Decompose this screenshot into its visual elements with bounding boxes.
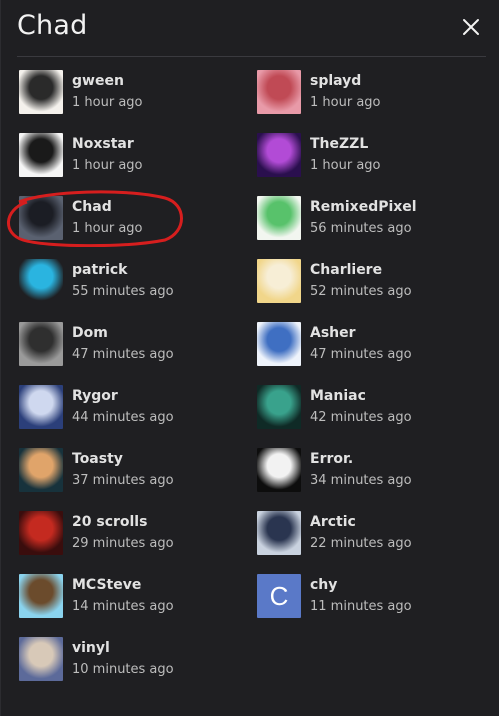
user-list-item[interactable]: Noxstar 1 hour ago — [19, 133, 257, 177]
user-name: RemixedPixel — [310, 199, 417, 215]
user-list-item[interactable]: 20 scrolls 29 minutes ago — [19, 511, 257, 555]
user-list-item[interactable]: Toasty 37 minutes ago — [19, 448, 257, 492]
user-list-item[interactable]: Error. 34 minutes ago — [257, 448, 489, 492]
seen-time: 56 minutes ago — [310, 221, 412, 236]
user-list-item[interactable]: vinyl 10 minutes ago — [19, 637, 257, 681]
user-meta: Rygor 44 minutes ago — [72, 385, 174, 427]
avatar — [19, 70, 63, 114]
seen-time: 1 hour ago — [72, 95, 143, 110]
seen-time: 1 hour ago — [310, 158, 381, 173]
avatar — [19, 259, 63, 303]
user-name: Asher — [310, 325, 356, 341]
user-meta: MCSteve 14 minutes ago — [72, 574, 174, 616]
user-list-item[interactable]: Dom 47 minutes ago — [19, 322, 257, 366]
seen-time: 52 minutes ago — [310, 284, 412, 299]
seen-time: 14 minutes ago — [72, 599, 174, 614]
seen-time: 55 minutes ago — [72, 284, 174, 299]
avatar — [19, 637, 63, 681]
seen-time: 1 hour ago — [72, 158, 143, 173]
user-name: splayd — [310, 73, 362, 89]
user-name: Dom — [72, 325, 108, 341]
avatar — [257, 259, 301, 303]
avatar — [257, 70, 301, 114]
user-name: Error. — [310, 451, 354, 467]
panel-title: Chad — [17, 10, 88, 41]
avatar — [257, 448, 301, 492]
user-list-item[interactable]: gween 1 hour ago — [19, 70, 257, 114]
user-list-item[interactable]: Asher 47 minutes ago — [257, 322, 489, 366]
user-list-item[interactable]: TheZZL 1 hour ago — [257, 133, 489, 177]
user-list-item[interactable]: splayd 1 hour ago — [257, 70, 489, 114]
user-list-item[interactable]: RemixedPixel 56 minutes ago — [257, 196, 489, 240]
avatar — [19, 574, 63, 618]
user-name: MCSteve — [72, 577, 142, 593]
seen-time: 34 minutes ago — [310, 473, 412, 488]
seen-time: 29 minutes ago — [72, 536, 174, 551]
seen-time: 22 minutes ago — [310, 536, 412, 551]
user-list-item[interactable]: Arctic 22 minutes ago — [257, 511, 489, 555]
avatar: C — [257, 574, 301, 618]
user-name: 20 scrolls — [72, 514, 148, 530]
seen-time: 42 minutes ago — [310, 410, 412, 425]
user-meta: Charliere 52 minutes ago — [310, 259, 412, 301]
user-name: Toasty — [72, 451, 123, 467]
avatar — [19, 322, 63, 366]
user-meta: TheZZL 1 hour ago — [310, 133, 380, 175]
user-meta: Error. 34 minutes ago — [310, 448, 412, 490]
user-meta: patrick 55 minutes ago — [72, 259, 174, 301]
user-name: chy — [310, 577, 338, 593]
user-name: TheZZL — [310, 136, 369, 152]
user-meta: 20 scrolls 29 minutes ago — [72, 511, 174, 553]
seen-by-panel: Chad gween 1 hour ago splayd 1 hour ago Noxs… — [0, 0, 499, 716]
user-name: gween — [72, 73, 124, 89]
close-button[interactable] — [456, 10, 486, 44]
user-list-item[interactable]: Rygor 44 minutes ago — [19, 385, 257, 429]
user-list-item[interactable]: Charliere 52 minutes ago — [257, 259, 489, 303]
seen-time: 47 minutes ago — [310, 347, 412, 362]
user-name: Charliere — [310, 262, 383, 278]
panel-header: Chad — [17, 0, 486, 57]
user-meta: RemixedPixel 56 minutes ago — [310, 196, 417, 238]
avatar — [19, 385, 63, 429]
user-list: gween 1 hour ago splayd 1 hour ago Noxstar 1 … — [19, 70, 489, 681]
user-meta: Arctic 22 minutes ago — [310, 511, 412, 553]
user-name: Rygor — [72, 388, 118, 404]
user-name: patrick — [72, 262, 128, 278]
avatar — [257, 133, 301, 177]
user-meta: Maniac 42 minutes ago — [310, 385, 412, 427]
seen-time: 47 minutes ago — [72, 347, 174, 362]
avatar-letter: C — [269, 580, 289, 611]
user-meta: gween 1 hour ago — [72, 70, 142, 112]
user-list-item[interactable]: patrick 55 minutes ago — [19, 259, 257, 303]
highlight-circle — [7, 190, 183, 247]
avatar — [19, 448, 63, 492]
seen-time: 10 minutes ago — [72, 662, 174, 677]
user-name: Maniac — [310, 388, 366, 404]
user-meta: Asher 47 minutes ago — [310, 322, 412, 364]
avatar — [19, 511, 63, 555]
user-meta: vinyl 10 minutes ago — [72, 637, 174, 679]
user-list-item[interactable]: MCSteve 14 minutes ago — [19, 574, 257, 618]
seen-time: 11 minutes ago — [310, 599, 412, 614]
avatar — [19, 133, 63, 177]
user-meta: Dom 47 minutes ago — [72, 322, 174, 364]
avatar — [257, 385, 301, 429]
close-icon — [463, 19, 479, 35]
avatar — [257, 322, 301, 366]
seen-time: 44 minutes ago — [72, 410, 174, 425]
user-meta: splayd 1 hour ago — [310, 70, 380, 112]
user-name: Noxstar — [72, 136, 134, 152]
user-meta: Toasty 37 minutes ago — [72, 448, 174, 490]
user-meta: chy 11 minutes ago — [310, 574, 412, 616]
seen-time: 1 hour ago — [310, 95, 381, 110]
seen-time: 37 minutes ago — [72, 473, 174, 488]
user-name: Arctic — [310, 514, 356, 530]
user-list-item[interactable]: Cchy 11 minutes ago — [257, 574, 489, 618]
avatar — [257, 196, 301, 240]
user-list-item[interactable]: Maniac 42 minutes ago — [257, 385, 489, 429]
user-meta: Noxstar 1 hour ago — [72, 133, 142, 175]
user-name: vinyl — [72, 640, 110, 656]
avatar — [257, 511, 301, 555]
